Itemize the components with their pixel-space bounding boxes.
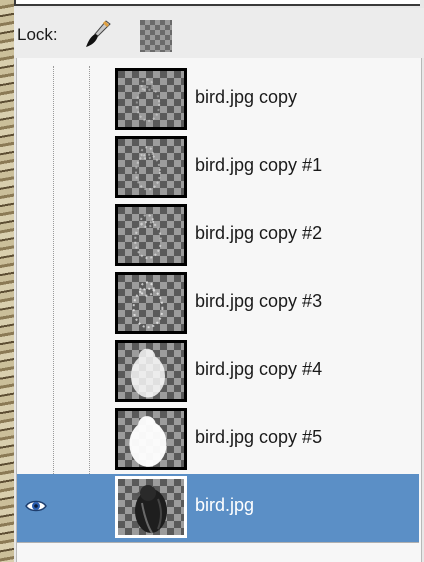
layer-thumbnail xyxy=(115,340,187,402)
layer-name: bird.jpg copy #5 xyxy=(195,427,323,447)
visibility-toggle[interactable] xyxy=(17,202,53,270)
layers-panel: bird.jpg copy bird.jpg copy #1 bird.jpg co… xyxy=(16,58,422,562)
layer-row[interactable]: bird.jpg copy #3 xyxy=(17,270,419,338)
layer-thumbnail xyxy=(115,408,187,470)
layer-thumbnail xyxy=(115,136,187,198)
visibility-toggle[interactable] xyxy=(17,66,53,134)
visibility-toggle[interactable] xyxy=(17,270,53,338)
layer-name: bird.jpg copy xyxy=(195,87,298,107)
layer-name: bird.jpg copy #3 xyxy=(195,291,323,311)
visibility-toggle[interactable] xyxy=(17,338,53,406)
layer-name: bird.jpg copy #2 xyxy=(195,223,323,243)
layer-row[interactable]: bird.jpg copy #2 xyxy=(17,202,419,270)
layer-thumbnail xyxy=(115,204,187,266)
layer-row[interactable]: bird.jpg copy xyxy=(17,66,419,134)
lock-bar: Lock: xyxy=(14,8,424,58)
layer-row[interactable]: bird.jpg copy #1 xyxy=(17,134,419,202)
layer-row[interactable]: bird.jpg copy #4 xyxy=(17,338,419,406)
layer-row[interactable]: bird.jpg xyxy=(17,474,419,542)
mode-field[interactable] xyxy=(14,0,420,6)
layer-name: bird.jpg copy #4 xyxy=(195,359,323,379)
layer-thumbnail xyxy=(115,68,187,130)
layer-thumbnail xyxy=(115,476,187,538)
layer-thumbnail xyxy=(115,272,187,334)
visibility-toggle[interactable] xyxy=(17,134,53,202)
eye-icon[interactable] xyxy=(25,498,47,514)
list-divider xyxy=(17,542,419,543)
layer-row[interactable]: bird.jpg copy #5 xyxy=(17,406,419,474)
visibility-toggle[interactable] xyxy=(17,474,53,542)
visibility-toggle[interactable] xyxy=(17,406,53,474)
paintbrush-icon[interactable] xyxy=(82,18,114,50)
layer-name: bird.jpg xyxy=(195,495,255,515)
alpha-checker-icon[interactable] xyxy=(140,20,172,52)
lock-label: Lock: xyxy=(17,25,58,44)
layer-name: bird.jpg copy #1 xyxy=(195,155,323,175)
canvas-edge xyxy=(0,0,14,562)
